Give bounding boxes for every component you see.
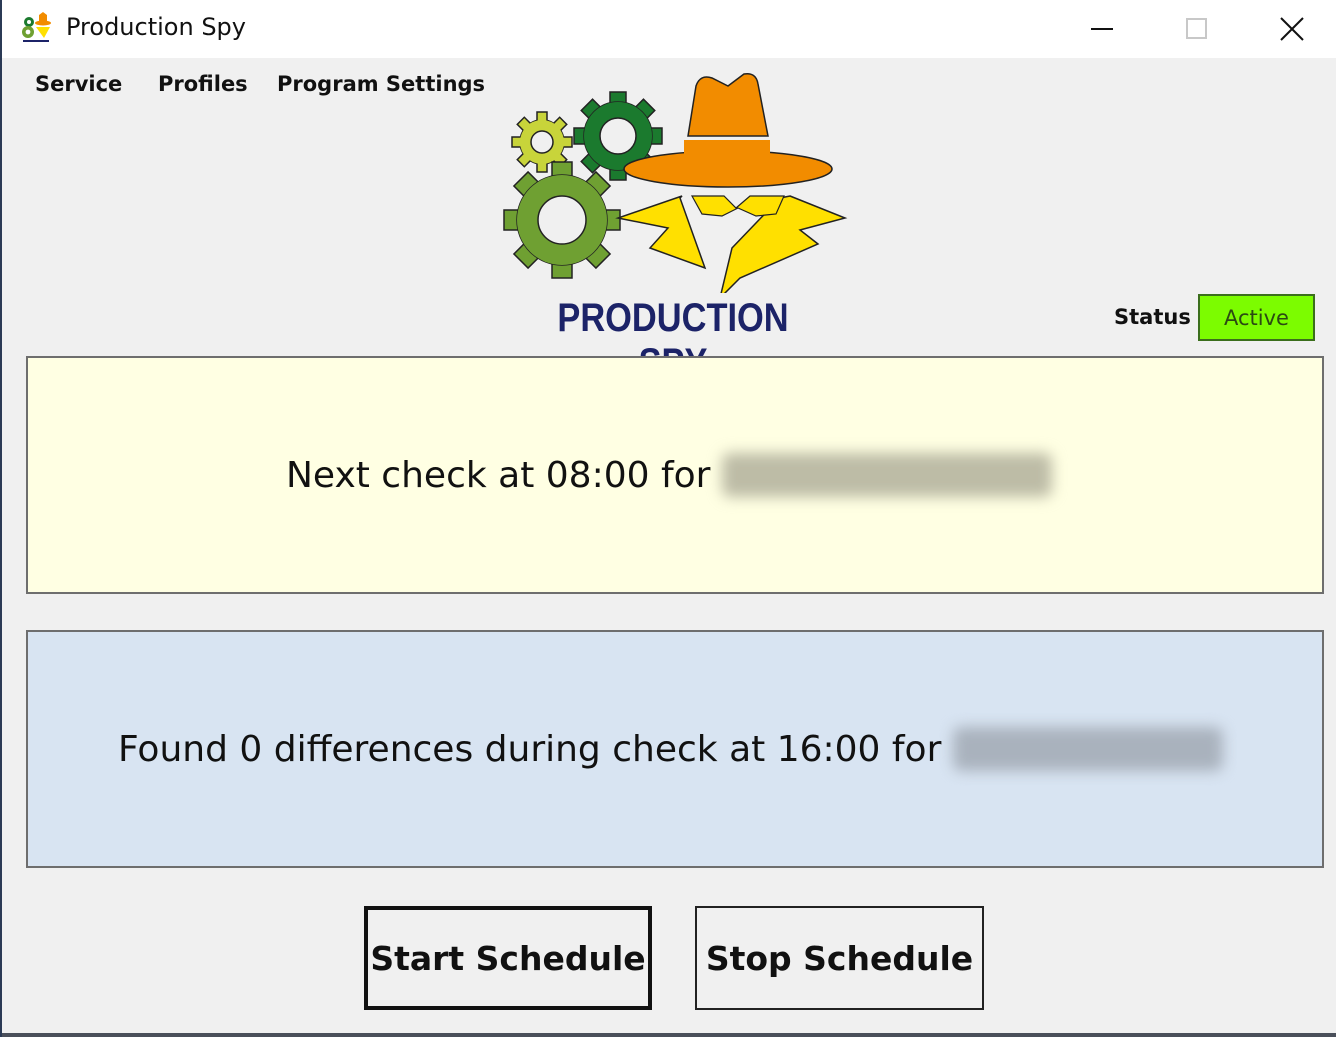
next-check-text: Next check at 08:00 for: [286, 454, 711, 496]
production-spy-logo: [503, 72, 848, 293]
next-check-panel: Next check at 08:00 for: [26, 356, 1324, 594]
maximize-icon: [1186, 18, 1207, 39]
menu-profiles[interactable]: Profiles: [158, 72, 248, 96]
last-check-text: Found 0 differences during check at 16:0…: [118, 728, 942, 770]
window-title: Production Spy: [66, 13, 246, 41]
last-check-panel: Found 0 differences during check at 16:0…: [26, 630, 1324, 868]
redacted-name: [722, 453, 1053, 497]
menu-program-settings[interactable]: Program Settings: [277, 72, 485, 96]
start-schedule-button[interactable]: Start Schedule: [364, 906, 652, 1010]
close-button[interactable]: [1245, 0, 1336, 58]
large-gear-icon: [503, 161, 621, 279]
status-label: Status: [1114, 305, 1191, 329]
redacted-name: [953, 727, 1224, 771]
maximize-button[interactable]: [1150, 0, 1244, 58]
minimize-button[interactable]: [1056, 0, 1150, 58]
title-bar: Production Spy: [2, 0, 1336, 58]
app-window: Production Spy Service Profiles Program …: [0, 0, 1336, 1037]
app-logo-icon: [22, 12, 51, 42]
stop-schedule-button[interactable]: Stop Schedule: [695, 906, 984, 1010]
last-check-message: Found 0 differences during check at 16:0…: [118, 727, 1224, 771]
status-badge: Active: [1198, 294, 1315, 341]
minimize-icon: [1091, 28, 1113, 30]
menu-service[interactable]: Service: [35, 72, 122, 96]
spy-coat-icon: [615, 195, 848, 293]
window-bottom-border: [2, 1033, 1336, 1037]
next-check-message: Next check at 08:00 for: [286, 453, 1053, 497]
close-icon: [1280, 17, 1304, 41]
